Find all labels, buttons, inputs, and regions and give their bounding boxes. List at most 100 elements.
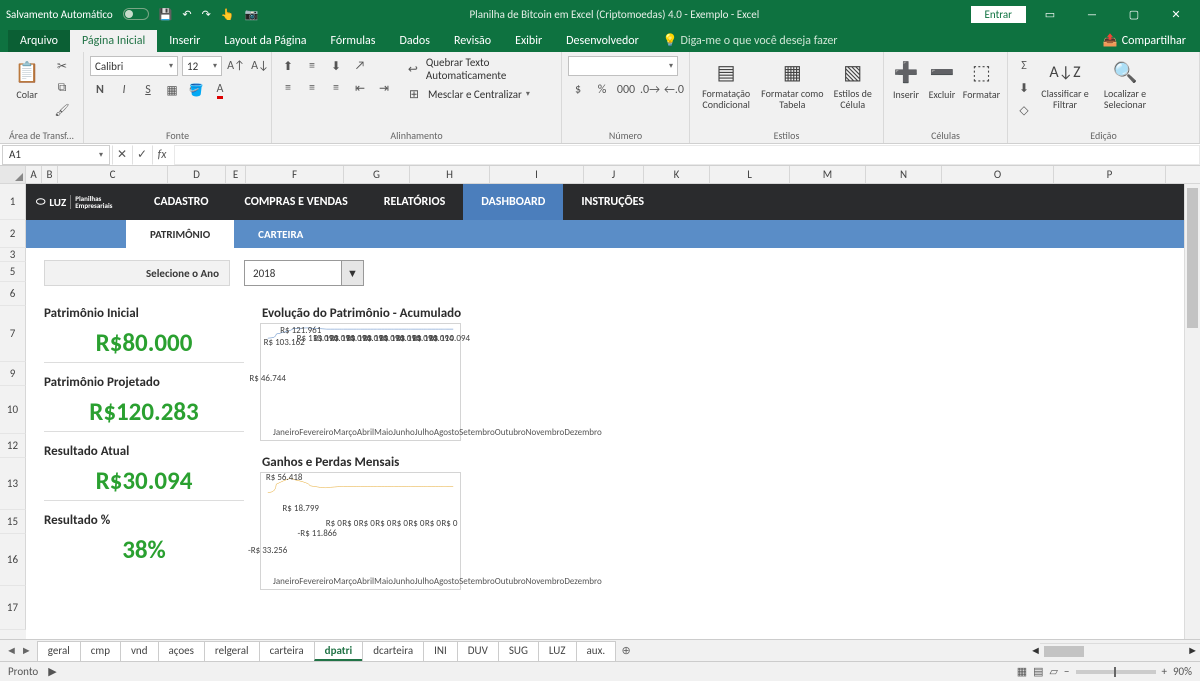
fx-enter-icon[interactable]: ✓: [132, 145, 152, 165]
dash-tab[interactable]: INSTRUÇÕES: [563, 184, 662, 220]
dec-inc-icon[interactable]: .0→: [640, 80, 660, 100]
col-header[interactable]: E: [226, 166, 246, 183]
col-header[interactable]: I: [490, 166, 584, 183]
share-button[interactable]: 📤Compartilhar: [1089, 29, 1200, 52]
autosum-icon[interactable]: Σ: [1014, 56, 1034, 76]
dash-subtab[interactable]: CARTEIRA: [234, 220, 327, 248]
add-sheet-button[interactable]: ⊕: [616, 644, 636, 657]
row-header[interactable]: 10: [0, 386, 26, 434]
horizontal-scrollbar[interactable]: ◄►: [1040, 643, 1200, 659]
col-header[interactable]: D: [168, 166, 226, 183]
row-header[interactable]: 1: [0, 184, 26, 220]
zoom-slider[interactable]: [1076, 670, 1156, 674]
cut-icon[interactable]: ✂: [52, 56, 72, 76]
dash-tab[interactable]: DASHBOARD: [463, 184, 563, 220]
dash-tab[interactable]: RELATÓRIOS: [366, 184, 464, 220]
macro-icon[interactable]: ▶: [48, 665, 56, 678]
thousands-icon[interactable]: 000: [616, 80, 636, 100]
indent-inc-icon[interactable]: ⇥: [374, 78, 394, 98]
vertical-scrollbar[interactable]: [1184, 184, 1200, 639]
touch-icon[interactable]: 👆: [221, 8, 235, 21]
row-header[interactable]: 13: [0, 458, 26, 510]
undo-icon[interactable]: ↶: [182, 8, 191, 21]
redo-icon[interactable]: ↷: [202, 8, 211, 21]
row-header[interactable]: 2: [0, 220, 26, 248]
sheet-tab[interactable]: açoes: [158, 641, 205, 661]
currency-icon[interactable]: $: [568, 80, 588, 100]
view-break-icon[interactable]: ▱: [1050, 665, 1058, 678]
shrink-font-icon[interactable]: A↓: [250, 56, 270, 76]
orientation-icon[interactable]: ↗: [350, 56, 370, 76]
minimize-icon[interactable]: —: [1074, 0, 1110, 28]
percent-icon[interactable]: %: [592, 80, 612, 100]
underline-button[interactable]: S: [138, 80, 158, 100]
sheet-tab[interactable]: SUG: [498, 641, 539, 661]
row-header[interactable]: 15: [0, 510, 26, 534]
zoom-value[interactable]: 90%: [1173, 665, 1192, 678]
font-size-select[interactable]: 12▾: [182, 56, 222, 76]
menu-insert[interactable]: Inserir: [157, 30, 212, 52]
sheet-tab[interactable]: LUZ: [538, 641, 577, 661]
sheet-tab[interactable]: INI: [423, 641, 458, 661]
col-header[interactable]: M: [790, 166, 866, 183]
sheet-tab[interactable]: cmp: [80, 641, 121, 661]
align-bot-icon[interactable]: ⬇: [326, 56, 346, 76]
fx-icon[interactable]: fx: [152, 145, 172, 165]
view-normal-icon[interactable]: ▦: [1017, 665, 1027, 678]
format-cells-button[interactable]: ⬚Formatar: [962, 56, 1001, 103]
align-top-icon[interactable]: ⬆: [278, 56, 298, 76]
menu-view[interactable]: Exibir: [503, 30, 554, 52]
row-header[interactable]: 6: [0, 282, 26, 306]
font-color-icon[interactable]: A: [210, 80, 230, 100]
align-left-icon[interactable]: ≡: [278, 78, 298, 98]
tellme-search[interactable]: 💡 Diga-me o que você deseja fazer: [651, 29, 850, 52]
delete-cells-button[interactable]: ➖Excluir: [926, 56, 958, 103]
paste-button[interactable]: 📋Colar: [6, 56, 48, 103]
dec-dec-icon[interactable]: ←.0: [664, 80, 684, 100]
clear-icon[interactable]: ◇: [1014, 100, 1034, 120]
sheet-tab[interactable]: aux.: [576, 641, 617, 661]
worksheet[interactable]: ⬭ LUZ Planilhas Empresariais CADASTROCOM…: [26, 184, 1200, 639]
row-header[interactable]: 12: [0, 434, 26, 458]
row-header[interactable]: 17: [0, 586, 26, 630]
align-right-icon[interactable]: ≡: [326, 78, 346, 98]
table-format-button[interactable]: ▦Formatar como Tabela: [760, 56, 824, 112]
row-header[interactable]: 7: [0, 306, 26, 362]
sheet-tab[interactable]: DUV: [457, 641, 499, 661]
copy-icon[interactable]: ⧉: [52, 78, 72, 98]
merge-button[interactable]: ⊞Mesclar e Centralizar▾: [404, 84, 555, 104]
row-header[interactable]: 5: [0, 262, 26, 282]
zoom-in-icon[interactable]: +: [1162, 665, 1167, 678]
autosave-toggle[interactable]: [123, 8, 149, 20]
menu-home[interactable]: Página Inicial: [70, 30, 157, 52]
col-header[interactable]: A: [26, 166, 42, 183]
sheet-tab[interactable]: relgeral: [204, 641, 260, 661]
col-header[interactable]: K: [644, 166, 710, 183]
name-box[interactable]: A1▾: [2, 145, 110, 165]
col-header[interactable]: H: [410, 166, 490, 183]
col-header[interactable]: B: [42, 166, 58, 183]
col-header[interactable]: F: [246, 166, 344, 183]
align-mid-icon[interactable]: ≡: [302, 56, 322, 76]
find-select-button[interactable]: 🔍Localizar e Selecionar: [1096, 56, 1154, 112]
align-center-icon[interactable]: ≡: [302, 78, 322, 98]
col-header[interactable]: P: [1054, 166, 1166, 183]
signin-button[interactable]: Entrar: [971, 6, 1026, 23]
painter-icon[interactable]: 🖌: [52, 100, 72, 120]
tab-nav-next-icon[interactable]: ►: [21, 644, 32, 657]
row-header[interactable]: 16: [0, 534, 26, 586]
col-header[interactable]: G: [344, 166, 410, 183]
col-header[interactable]: C: [58, 166, 168, 183]
fill-icon[interactable]: ⬇: [1014, 78, 1034, 98]
year-select[interactable]: 2018▼: [244, 260, 364, 286]
save-icon[interactable]: 💾: [159, 8, 173, 21]
sort-filter-button[interactable]: A↓ZClassificar e Filtrar: [1038, 56, 1092, 112]
insert-cells-button[interactable]: ➕Inserir: [890, 56, 922, 103]
fill-color-icon[interactable]: 🪣: [186, 80, 206, 100]
font-name-select[interactable]: Calibri▾: [90, 56, 178, 76]
sheet-tab[interactable]: dpatri: [314, 641, 364, 661]
col-header[interactable]: N: [866, 166, 942, 183]
sheet-tab[interactable]: dcarteira: [362, 641, 424, 661]
maximize-icon[interactable]: ▢: [1116, 0, 1152, 28]
sheet-tab[interactable]: vnd: [120, 641, 159, 661]
